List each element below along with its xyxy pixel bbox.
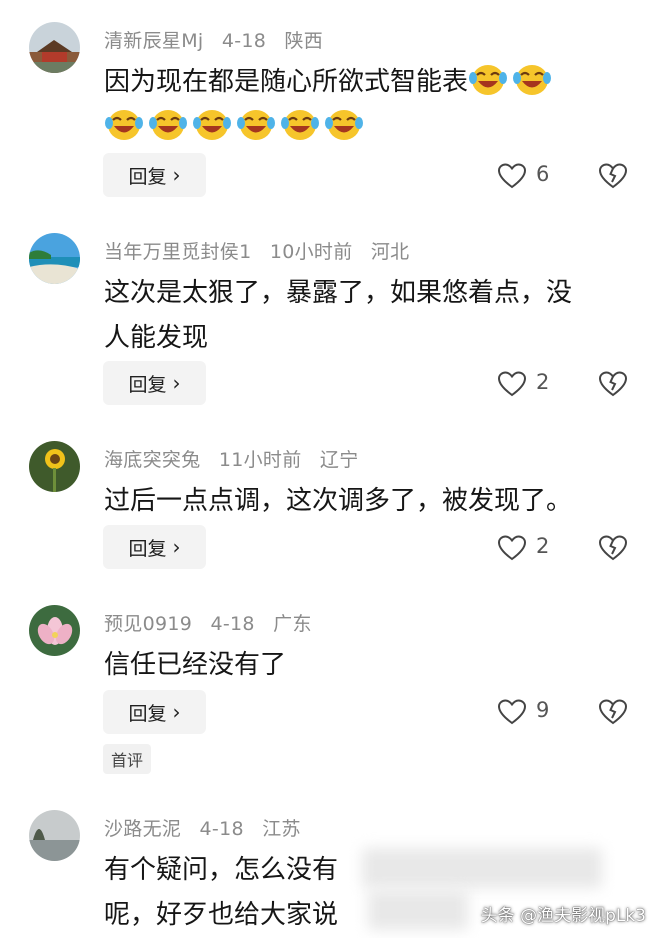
reply-label: 回复 (128, 537, 167, 560)
comment-location: 江苏 (262, 818, 301, 840)
comment-time: 4-18 (210, 613, 255, 635)
comment-meta: 预见0919 4-18 广东 (104, 609, 324, 636)
heart-like-icon[interactable] (497, 370, 527, 398)
username[interactable]: 当年万里觅封侯1 (104, 241, 252, 263)
laugh-cry-emoji-icon (148, 107, 188, 143)
broken-heart-icon[interactable] (598, 370, 628, 398)
beach-avatar-image (29, 233, 80, 284)
avatar[interactable] (29, 810, 80, 861)
reply-label: 回复 (128, 702, 167, 725)
username[interactable]: 预见0919 (104, 613, 192, 635)
avatar[interactable] (29, 441, 80, 492)
blurred-region (368, 890, 468, 930)
comment-text: 这次是太狠了，暴露了，如果悠着点，没 人能发现 (104, 271, 644, 361)
username[interactable]: 沙路无泥 (104, 818, 181, 840)
comment-text-content: 信任已经没有了 (104, 650, 287, 680)
laugh-cry-emoji-icon (468, 62, 508, 98)
laugh-cry-emoji-icon (512, 62, 552, 98)
comment-text-line: 这次是太狠了，暴露了，如果悠着点，没 (104, 278, 573, 308)
lotus-avatar-image (29, 605, 80, 656)
lake-avatar-image (29, 810, 80, 861)
comment-time: 10小时前 (269, 241, 353, 263)
comment-text: 过后一点点调，这次调多了，被发现了。 (104, 479, 644, 524)
reply-button[interactable]: 回复 › (103, 153, 206, 197)
avatar[interactable] (29, 22, 80, 73)
chevron-right-icon: › (172, 535, 181, 559)
laugh-cry-emoji-icon (236, 107, 276, 143)
laugh-cry-emoji-icon (192, 107, 232, 143)
comment-text-line: 有个疑问，怎么没有 (104, 855, 339, 885)
chevron-right-icon: › (172, 163, 181, 187)
comment-meta: 清新辰星Mj 4-18 陕西 (104, 26, 335, 53)
comment-meta: 当年万里觅封侯1 10小时前 河北 (104, 237, 421, 264)
comment-location: 辽宁 (319, 449, 359, 471)
comment-meta: 海底突突兔 11小时前 辽宁 (104, 445, 371, 472)
avatar[interactable] (29, 233, 80, 284)
comment-location: 陕西 (284, 30, 324, 52)
avatar[interactable] (29, 605, 80, 656)
comment-text-content: 因为现在都是随心所欲式智能表 (104, 67, 469, 97)
like-count: 2 (536, 370, 550, 394)
laugh-cry-emoji-icon (104, 107, 144, 143)
blurred-region (362, 848, 602, 888)
comment-location: 广东 (273, 613, 312, 635)
reply-label: 回复 (128, 165, 167, 188)
reply-button[interactable]: 回复 › (103, 525, 206, 569)
comment-text-line: 呢，好歹也给大家说 (104, 900, 339, 930)
broken-heart-icon[interactable] (598, 534, 628, 562)
sunflower-avatar-image (29, 441, 80, 492)
reply-button[interactable]: 回复 › (103, 690, 206, 734)
reply-label: 回复 (128, 373, 167, 396)
comment-meta: 沙路无泥 4-18 江苏 (104, 814, 313, 841)
heart-like-icon[interactable] (497, 162, 527, 190)
broken-heart-icon[interactable] (598, 698, 628, 726)
like-count: 6 (536, 162, 550, 186)
reply-button[interactable]: 回复 › (103, 361, 206, 405)
broken-heart-icon[interactable] (598, 162, 628, 190)
comment-time: 11小时前 (218, 449, 302, 471)
comment-text-line: 人能发现 (104, 323, 209, 353)
heart-like-icon[interactable] (497, 534, 527, 562)
username[interactable]: 清新辰星Mj (104, 30, 203, 52)
first-comment-badge: 首评 (103, 744, 152, 774)
laugh-cry-emoji-icon (324, 107, 364, 143)
like-count: 9 (536, 698, 550, 722)
comment-text: 信任已经没有了 (104, 643, 644, 688)
comment-time: 4-18 (199, 818, 244, 840)
laugh-cry-emoji-icon (280, 107, 320, 143)
comment-text: 因为现在都是随心所欲式智能表 (104, 60, 644, 150)
like-count: 2 (536, 534, 550, 558)
comment-time: 4-18 (221, 30, 267, 52)
username[interactable]: 海底突突兔 (104, 449, 201, 471)
comment-location: 河北 (370, 241, 410, 263)
heart-like-icon[interactable] (497, 698, 527, 726)
chevron-right-icon: › (172, 700, 181, 724)
chevron-right-icon: › (172, 371, 181, 395)
palace-avatar-image (29, 22, 80, 73)
comment-text-content: 过后一点点调，这次调多了，被发现了。 (104, 486, 573, 516)
watermark: 头条 @渔夫影视pLk3 (480, 906, 646, 926)
